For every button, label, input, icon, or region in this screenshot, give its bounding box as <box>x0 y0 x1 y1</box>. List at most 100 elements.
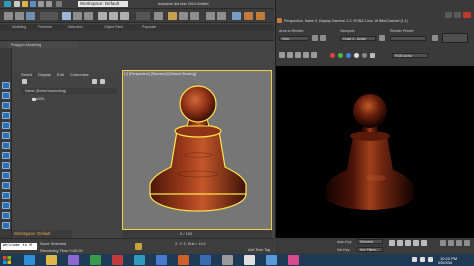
rect-region-icon[interactable] <box>84 12 93 20</box>
flag-icon[interactable] <box>428 257 433 262</box>
render-preset-dropdown[interactable] <box>390 36 426 41</box>
auto-region-icon[interactable] <box>320 35 326 41</box>
snap-icon[interactable] <box>168 12 177 20</box>
app-white-icon[interactable] <box>244 255 255 265</box>
mono-icon[interactable] <box>362 53 367 58</box>
workspace-dropdown[interactable]: Workspace: Default <box>78 1 128 7</box>
word-icon[interactable] <box>156 255 167 265</box>
select-object-icon[interactable] <box>62 12 71 20</box>
redo-icon[interactable] <box>46 1 52 7</box>
taskbar-date[interactable]: 5/20/2016 <box>438 261 452 265</box>
channel-display-dropdown[interactable]: RGB Alpha <box>392 53 428 58</box>
media-icon[interactable] <box>68 255 79 265</box>
windows-start-icon[interactable] <box>2 255 12 265</box>
powerpoint-icon[interactable] <box>178 255 189 265</box>
zoom-icon[interactable] <box>440 240 446 246</box>
workspace-label[interactable]: Workspace: Default <box>14 231 50 236</box>
pan-icon[interactable] <box>448 240 454 246</box>
network-icon[interactable] <box>412 257 417 262</box>
xref-filter-icon[interactable] <box>2 212 10 219</box>
time-slider[interactable] <box>122 230 272 238</box>
photoshop-icon[interactable] <box>200 255 211 265</box>
bone-filter-icon[interactable] <box>2 222 10 229</box>
render-icon[interactable] <box>256 12 265 20</box>
angle-snap-icon[interactable] <box>179 12 188 20</box>
viewport-label[interactable]: [+] [Perspective] [Standard] [Default Sh… <box>124 72 196 76</box>
open-file-icon[interactable] <box>22 1 28 7</box>
select-by-name-icon[interactable] <box>73 12 82 20</box>
red-channel-icon[interactable] <box>330 53 335 58</box>
unlink-icon[interactable] <box>15 12 24 20</box>
go-to-start-icon[interactable] <box>389 240 395 246</box>
explorer-icon[interactable] <box>46 255 57 265</box>
green-channel-icon[interactable] <box>338 53 343 58</box>
ie-icon[interactable] <box>24 255 35 265</box>
modify-tab-icon[interactable] <box>2 92 10 99</box>
link-icon[interactable] <box>4 12 13 20</box>
minimize-icon[interactable] <box>445 12 452 18</box>
save-icon[interactable] <box>30 1 36 7</box>
swatch-icon[interactable] <box>370 53 375 58</box>
scale-icon[interactable] <box>120 12 129 20</box>
go-to-end-icon[interactable] <box>421 240 427 246</box>
maxscript-listener[interactable]: Welcome to M <box>1 243 37 250</box>
pivot-icon[interactable] <box>154 12 163 20</box>
previous-frame-icon[interactable] <box>397 240 403 246</box>
alpha-channel-icon[interactable] <box>354 53 359 58</box>
explorer-tab-select[interactable]: Select <box>21 72 32 77</box>
app-logo-icon[interactable] <box>4 1 11 7</box>
maximize-viewport-icon[interactable] <box>464 240 470 246</box>
group-filter-icon[interactable] <box>2 202 10 209</box>
clone-frame-icon[interactable] <box>295 52 301 58</box>
project-folder-icon[interactable] <box>56 1 62 7</box>
render-setup-icon[interactable] <box>244 12 253 20</box>
lock-viewport-icon[interactable] <box>379 35 385 41</box>
explorer-row-line001[interactable]: Line001 <box>22 97 102 102</box>
bind-icon[interactable] <box>26 12 35 20</box>
light-filter-icon[interactable] <box>2 162 10 169</box>
filter-dropdown[interactable] <box>40 12 58 20</box>
geometry-filter-icon[interactable] <box>2 142 10 149</box>
orbit-icon[interactable] <box>456 240 462 246</box>
volume-icon[interactable] <box>420 257 425 262</box>
app-grey-icon[interactable] <box>222 255 233 265</box>
area-to-render-dropdown[interactable]: View <box>279 36 309 41</box>
lock-selection-icon[interactable] <box>135 243 142 250</box>
blue-channel-icon[interactable] <box>346 53 351 58</box>
chrome-icon[interactable] <box>90 255 101 265</box>
explorer-tab-customize[interactable]: Customize <box>70 72 89 77</box>
next-frame-icon[interactable] <box>413 240 419 246</box>
tab-modeling[interactable]: Modeling <box>12 24 26 31</box>
tab-populate[interactable]: Populate <box>142 24 156 31</box>
close-icon[interactable] <box>463 12 471 18</box>
explorer-column-header[interactable]: Name (Sorted Ascending) <box>22 88 117 94</box>
selected-dropdown[interactable]: Selected <box>357 239 383 244</box>
render-button[interactable] <box>442 33 468 43</box>
align-icon[interactable] <box>217 12 226 20</box>
create-tab-icon[interactable] <box>2 82 10 89</box>
set-key-label[interactable]: Set Key <box>337 248 350 252</box>
hierarchy-icon[interactable] <box>100 79 105 84</box>
helper-filter-icon[interactable] <box>2 182 10 189</box>
maximize-icon[interactable] <box>454 12 461 18</box>
material-editor-icon[interactable] <box>232 12 241 20</box>
utilities-tab-icon[interactable] <box>2 132 10 139</box>
hierarchy-tab-icon[interactable] <box>2 102 10 109</box>
add-time-tag[interactable]: Add Time Tag <box>248 248 270 252</box>
clear-icon[interactable] <box>311 52 317 58</box>
mirror-icon[interactable] <box>206 12 215 20</box>
app-pink-icon[interactable] <box>288 255 299 265</box>
print-icon[interactable] <box>303 52 309 58</box>
ribbon-panel-label[interactable]: Polygon Modeling <box>8 42 78 48</box>
tab-object-paint[interactable]: Object Paint <box>104 24 123 31</box>
app-red-icon[interactable] <box>112 255 123 265</box>
lock-icon[interactable] <box>92 79 97 84</box>
filter-icon[interactable] <box>22 79 27 84</box>
new-file-icon[interactable] <box>14 1 20 7</box>
rotate-icon[interactable] <box>109 12 118 20</box>
save-image-icon[interactable] <box>279 52 285 58</box>
viewport-dropdown[interactable]: Quad 4 - Active <box>340 36 376 41</box>
move-icon[interactable] <box>98 12 107 20</box>
display-tab-icon[interactable] <box>2 122 10 129</box>
3dsmax-taskbar-icon[interactable] <box>134 255 145 265</box>
